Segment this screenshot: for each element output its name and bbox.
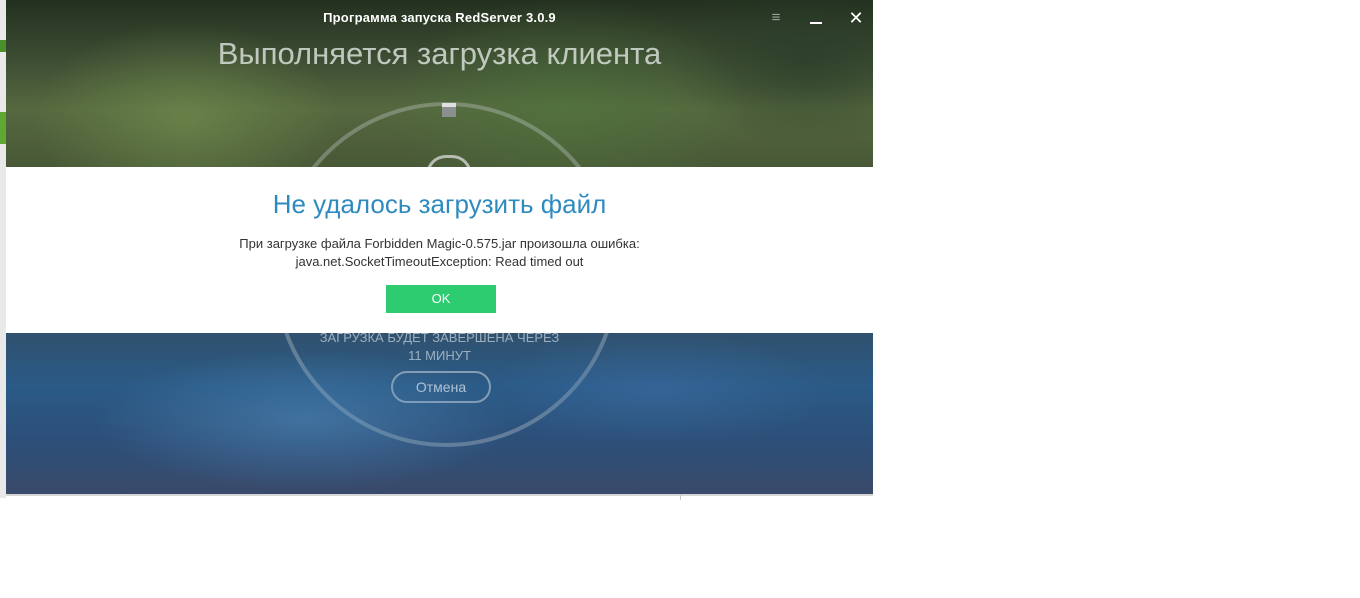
title-bar[interactable]: Программа запуска RedServer 3.0.9 ≡ ✕ [6,0,873,36]
cancel-button[interactable]: Отмена [391,371,491,403]
progress-indicator [442,103,456,117]
background-divider [680,494,681,500]
window-title: Программа запуска RedServer 3.0.9 [323,10,556,25]
background-divider [6,494,873,496]
close-icon[interactable]: ✕ [844,6,868,30]
dialog-message-line: При загрузке файла Forbidden Magic-0.575… [239,236,640,251]
eta-value: 11 МИНУТ [408,348,471,363]
minimize-icon[interactable] [804,6,828,30]
menu-icon[interactable]: ≡ [764,6,788,30]
dialog-message-line: java.net.SocketTimeoutException: Read ti… [295,254,584,269]
dialog-message: При загрузке файла Forbidden Magic-0.575… [6,235,873,271]
loading-heading: Выполняется загрузка клиента [217,36,662,71]
ok-button[interactable]: OK [386,285,496,313]
error-dialog: Не удалось загрузить файл При загрузке ф… [6,167,873,333]
eta-text: ЗАГРУЗКА БУДЕТ ЗАВЕРШЕНА ЧЕРЕЗ 11 МИНУТ [6,329,873,365]
dialog-title: Не удалось загрузить файл [272,189,607,219]
